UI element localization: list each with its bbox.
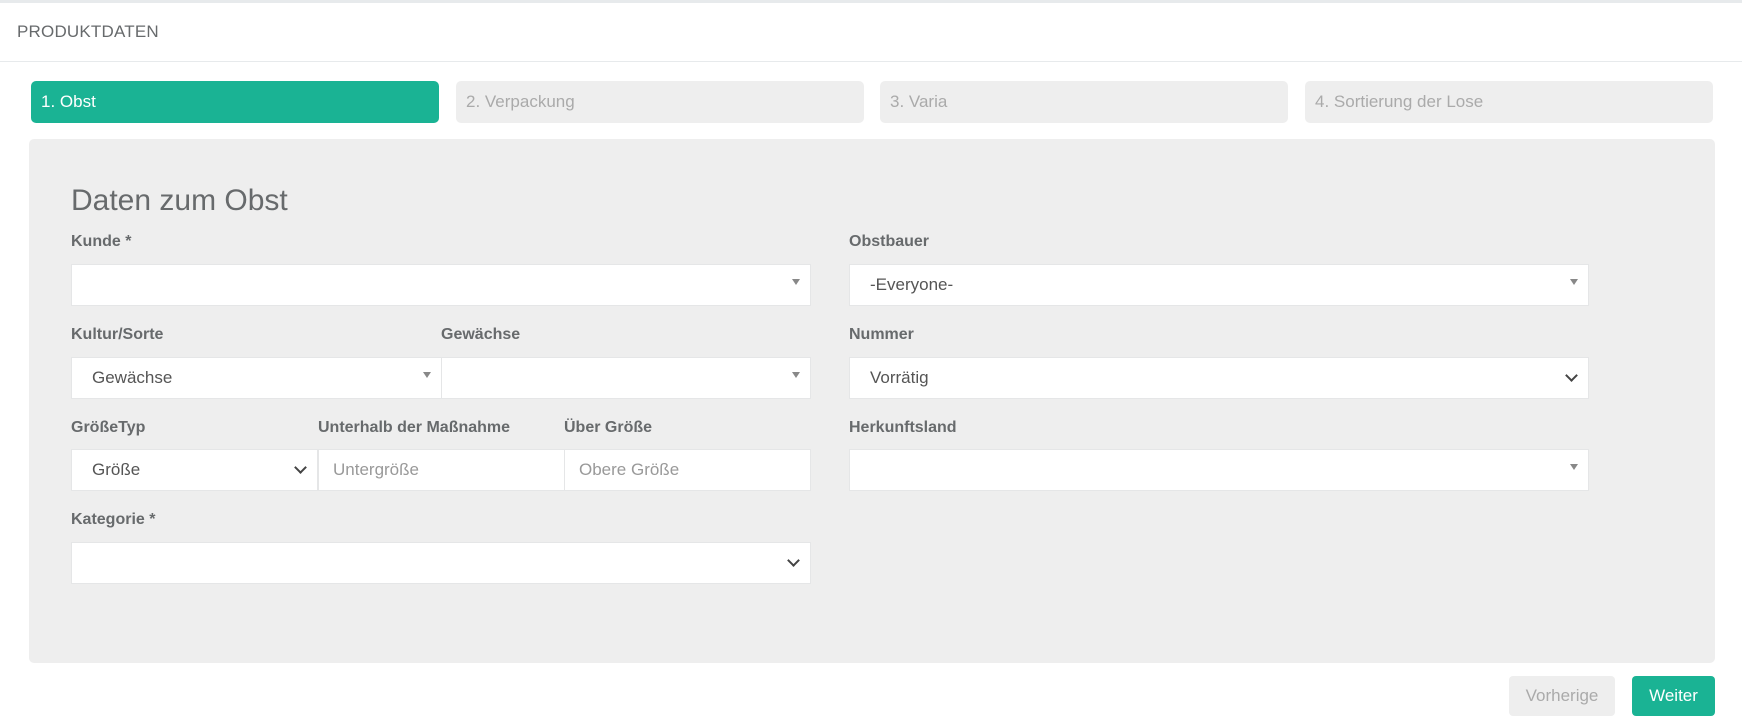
panel-header: PRODUKTDATEN [0,3,1742,62]
step-obst[interactable]: 1. Obst [31,81,439,123]
dropdown-arrow-icon [1570,464,1578,470]
dropdown-arrow-icon [423,372,431,378]
previous-button[interactable]: Vorherige [1509,676,1615,716]
dropdown-arrow-icon [1570,279,1578,285]
step-varia[interactable]: 3. Varia [880,81,1288,123]
untergroesse-label: Unterhalb der Maßnahme [318,419,511,436]
kultur-value: Gewächse [92,368,173,387]
gewaechse-select[interactable] [441,357,811,399]
untergroesse-input[interactable]: Untergröße [318,449,565,491]
next-button[interactable]: Weiter [1632,676,1715,716]
nummer-value: Vorrätig [870,368,929,387]
obstbauer-select[interactable]: -Everyone- [849,264,1589,306]
kunde-select[interactable] [71,264,811,306]
kultur-label: Kultur/Sorte [71,326,164,343]
wizard-steps: 1. Obst 2. Verpackung 3. Varia 4. Sortie… [31,81,1715,123]
form-title: Daten zum Obst [71,184,288,217]
obstbauer-value: -Everyone- [870,275,954,294]
herkunftsland-select[interactable] [849,449,1589,491]
kultur-select[interactable]: Gewächse [71,357,442,399]
dropdown-arrow-icon [792,279,800,285]
chevron-down-icon [294,461,307,474]
form-content: Daten zum Obst Kunde * Kultur/Sorte Gewä… [29,139,1715,663]
step-verpackung[interactable]: 2. Verpackung [456,81,864,123]
chevron-down-icon [1565,369,1578,382]
kategorie-select[interactable] [71,542,811,584]
chevron-down-icon [787,554,800,567]
obergroesse-label: Über Größe [564,419,653,436]
obstbauer-label: Obstbauer [849,233,930,250]
nummer-label: Nummer [849,326,914,343]
herkunftsland-label: Herkunftsland [849,419,957,436]
groessetyp-value: Größe [92,460,141,479]
groessetyp-select[interactable]: Größe [71,449,318,491]
kategorie-label: Kategorie * [71,511,156,528]
dropdown-arrow-icon [792,372,800,378]
obergroesse-input[interactable]: Obere Größe [564,449,811,491]
groessetyp-label: GrößeTyp [71,419,146,436]
kunde-label: Kunde * [71,233,132,250]
step-sortierung[interactable]: 4. Sortierung der Lose [1305,81,1713,123]
gewaechse-label: Gewächse [441,326,521,343]
panel-title: PRODUKTDATEN [17,22,159,41]
nummer-select[interactable]: Vorrätig [849,357,1589,399]
